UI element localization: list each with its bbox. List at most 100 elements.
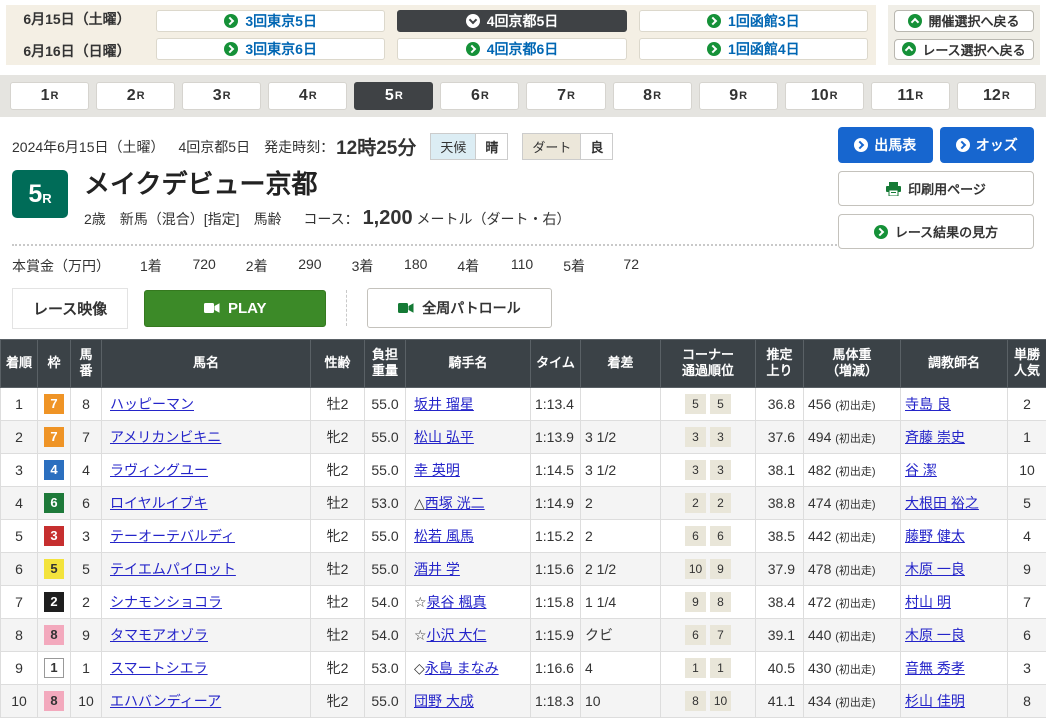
horse-name-link[interactable]: スマートシエラ: [110, 660, 208, 676]
race-tab-3R[interactable]: 3R: [182, 82, 261, 110]
meeting-button-label: 4回京都5日: [487, 11, 559, 31]
horse-name-link[interactable]: アメリカンビキニ: [110, 429, 221, 445]
horse-name-link[interactable]: テーオーテバルディ: [110, 528, 235, 544]
race-tab-11R[interactable]: 11R: [871, 82, 950, 110]
trainer-name-link[interactable]: 谷 潔: [905, 462, 937, 478]
date-label: 6月15日（土曜）: [6, 5, 148, 33]
jockey-name-link[interactable]: 松山 弘平: [414, 429, 474, 445]
results-guide-button[interactable]: レース結果の見方: [838, 214, 1034, 249]
corner-position: 8: [685, 691, 706, 711]
finish-time: 1:15.2: [531, 520, 581, 553]
entries-button[interactable]: 出馬表: [838, 127, 933, 163]
back-to-meeting-select-button[interactable]: 開催選択へ戻る: [894, 10, 1034, 32]
jockey-name-link[interactable]: 西塚 洸二: [425, 495, 485, 511]
horse-name-cell: ロイヤルイブキ: [102, 487, 311, 520]
jockey-name-link[interactable]: 泉谷 楓真: [427, 594, 487, 610]
win-favorite-rank: 8: [1008, 685, 1046, 718]
carried-weight: 55.0: [365, 685, 406, 718]
trainer-name-link[interactable]: 木原 一良: [905, 627, 965, 643]
margin: 3 1/2: [581, 454, 661, 487]
play-button[interactable]: PLAY: [144, 290, 326, 327]
result-row: 344ラヴィングユー牝255.0幸 英明1:14.53 1/23338.1482…: [1, 454, 1046, 487]
jockey-name-link[interactable]: 小沢 大仁: [427, 627, 487, 643]
race-tab-6R[interactable]: 6R: [440, 82, 519, 110]
print-page-button[interactable]: 印刷用ページ: [838, 171, 1034, 206]
trainer-name-link[interactable]: 村山 明: [905, 594, 951, 610]
horse-name-link[interactable]: タマモアオゾラ: [110, 627, 208, 643]
race-tab-number: 10: [811, 87, 829, 105]
result-row: 655テイエムパイロット牡255.0酒井 学1:15.62 1/210937.9…: [1, 553, 1046, 586]
carried-weight: 55.0: [365, 454, 406, 487]
trainer-name-link[interactable]: 木原 一良: [905, 561, 965, 577]
results-header-row: 着順枠馬番馬名性齢負担重量騎手名タイム着差コーナー通過順位推定上り馬体重（増減）…: [1, 339, 1046, 388]
trainer-name-link[interactable]: 杉山 佳明: [905, 693, 965, 709]
race-tab-number: 4: [299, 87, 308, 105]
race-tab-suffix: R: [830, 90, 838, 102]
race-tab-8R[interactable]: 8R: [613, 82, 692, 110]
results-column-header: 枠: [38, 339, 71, 388]
jockey-name-link[interactable]: 団野 大成: [414, 693, 474, 709]
horse-number: 5: [71, 553, 102, 586]
corner-position: 8: [710, 592, 731, 612]
jockey-cell: 松山 弘平: [406, 421, 531, 454]
race-tab-1R[interactable]: 1R: [10, 82, 89, 110]
estimated-last-3f: 36.8: [756, 388, 804, 421]
horse-weight-value: 456: [808, 396, 835, 412]
horse-name-link[interactable]: テイエムパイロット: [110, 561, 236, 577]
race-tab-7R[interactable]: 7R: [526, 82, 605, 110]
jockey-name-link[interactable]: 永島 まなみ: [425, 660, 499, 676]
result-row: 10810エハバンディーア牝255.0団野 大成1:18.31081041.14…: [1, 685, 1046, 718]
race-tab-2R[interactable]: 2R: [96, 82, 175, 110]
meeting-button[interactable]: 1回函館4日: [639, 38, 868, 60]
track-condition-badge: ダート 良: [522, 133, 613, 160]
horse-weight-value: 482: [808, 462, 835, 478]
race-tab-5R[interactable]: 5R: [354, 82, 433, 110]
video-camera-icon: [204, 302, 220, 314]
meeting-button-label: 1回函館3日: [728, 11, 800, 31]
race-tab-number: 12: [983, 87, 1001, 105]
trainer-name-link[interactable]: 斉藤 崇史: [905, 429, 965, 445]
trainer-name-link[interactable]: 寺島 良: [905, 396, 951, 412]
horse-name-link[interactable]: ハッピーマン: [110, 396, 194, 412]
trainer-cell: 斉藤 崇史: [901, 421, 1008, 454]
meeting-button[interactable]: 4回京都5日: [397, 10, 626, 32]
odds-button[interactable]: オッズ: [940, 127, 1035, 163]
win-favorite-rank: 3: [1008, 652, 1046, 685]
meeting-button[interactable]: 4回京都6日: [397, 38, 626, 60]
trainer-name-link[interactable]: 大根田 裕之: [905, 495, 979, 511]
horse-name-link[interactable]: ラヴィングユー: [110, 462, 208, 478]
race-tab-suffix: R: [567, 90, 575, 102]
race-tab-10R[interactable]: 10R: [785, 82, 864, 110]
race-tab-12R[interactable]: 12R: [957, 82, 1036, 110]
meeting-button[interactable]: 3回東京5日: [156, 10, 385, 32]
frame-cell: 2: [38, 586, 71, 619]
race-tab-4R[interactable]: 4R: [268, 82, 347, 110]
race-results-table: 着順枠馬番馬名性齢負担重量騎手名タイム着差コーナー通過順位推定上り馬体重（増減）…: [0, 339, 1046, 718]
frame-number-badge: 3: [44, 526, 64, 546]
trainer-name-link[interactable]: 音無 秀孝: [905, 660, 965, 676]
carried-weight: 53.0: [365, 487, 406, 520]
jockey-name-link[interactable]: 酒井 学: [414, 561, 460, 577]
result-row: 277アメリカンビキニ牝255.0松山 弘平1:13.93 1/23337.64…: [1, 421, 1046, 454]
meeting-button[interactable]: 1回函館3日: [639, 10, 868, 32]
back-to-race-select-button[interactable]: レース選択へ戻る: [894, 39, 1034, 61]
carried-weight: 54.0: [365, 619, 406, 652]
race-info: 2024年6月15日（土曜） 4回京都5日 発走時刻： 12時25分 天候 晴 …: [0, 117, 1046, 246]
jockey-name-link[interactable]: 幸 英明: [414, 462, 460, 478]
horse-name-link[interactable]: シナモンショコラ: [110, 594, 222, 610]
race-tab-suffix: R: [915, 90, 923, 102]
corner-position: 10: [710, 691, 731, 711]
chevron-right-icon: [854, 138, 868, 152]
horse-number: 7: [71, 421, 102, 454]
trainer-name-link[interactable]: 藤野 健太: [905, 528, 965, 544]
corner-positions-cell: 66: [661, 520, 756, 553]
finish-position: 1: [1, 388, 38, 421]
horse-name-link[interactable]: エハバンディーア: [110, 693, 221, 709]
jockey-name-link[interactable]: 松若 風馬: [414, 528, 474, 544]
patrol-video-button[interactable]: 全周パトロール: [367, 288, 551, 328]
race-tab-9R[interactable]: 9R: [699, 82, 778, 110]
jockey-name-link[interactable]: 坂井 瑠星: [414, 396, 474, 412]
meeting-button[interactable]: 3回東京6日: [156, 38, 385, 60]
jockey-cell: ☆小沢 大仁: [406, 619, 531, 652]
horse-name-link[interactable]: ロイヤルイブキ: [110, 495, 208, 511]
